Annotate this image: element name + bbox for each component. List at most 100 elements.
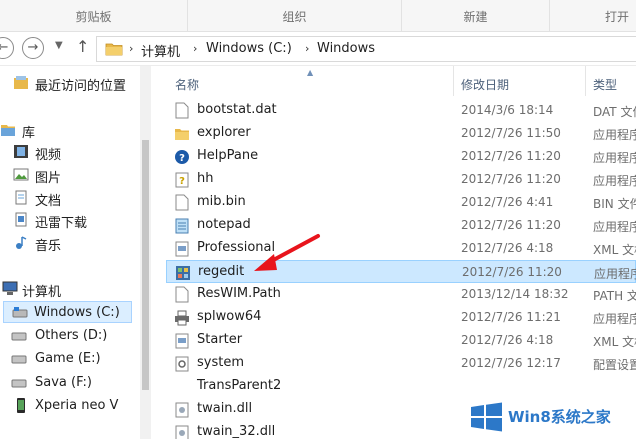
file-date: 2012/7/26 11:50	[461, 126, 561, 140]
breadcrumb-separator-icon[interactable]: ›	[193, 42, 197, 55]
svg-text:?: ?	[179, 153, 185, 164]
back-arrow-icon[interactable]: ←	[0, 37, 14, 59]
file-row[interactable]: Professional 2012/7/26 4:18 XML 文档	[166, 237, 636, 260]
column-divider[interactable]	[585, 66, 586, 96]
sort-ascending-icon: ▲	[307, 68, 314, 77]
file-row[interactable]: ? hh 2012/7/26 11:20 应用程序	[166, 168, 636, 191]
sidebar-item-others-drive[interactable]: Others (D:)	[0, 325, 140, 347]
breadcrumb-separator-icon[interactable]: ›	[305, 42, 309, 55]
recent-places-icon	[14, 76, 28, 89]
file-type: XML 文档	[593, 335, 636, 349]
file-row[interactable]: splwow64 2012/7/26 11:21 应用程序	[166, 306, 636, 329]
file-type: 应用程序	[594, 267, 636, 281]
file-row[interactable]: notepad 2012/7/26 11:20 应用程序	[166, 214, 636, 237]
navigation-bar: ← → ▼ ↑ › 计算机 › Windows (C:) › Windows	[0, 32, 636, 66]
file-name: ResWIM.Path	[197, 286, 281, 301]
sidebar-item-label: 图片	[35, 171, 62, 186]
file-row[interactable]: explorer 2012/7/26 11:50 应用程序	[166, 122, 636, 145]
sidebar-item-game-drive[interactable]: Game (E:)	[0, 348, 140, 370]
drive-icon	[12, 307, 28, 318]
music-icon	[16, 236, 27, 249]
ribbon-group-organize[interactable]: 组织	[188, 0, 402, 32]
sidebar-item-documents[interactable]: 文档	[0, 187, 140, 209]
column-header-type[interactable]: 类型	[593, 76, 617, 93]
sidebar-item-label: 迅雷下载	[35, 216, 88, 231]
file-type: DAT 文件	[593, 105, 636, 119]
help-icon: ?	[175, 150, 189, 164]
sidebar-item-xperia-device[interactable]: Xperia neo V	[0, 395, 140, 417]
recent-locations-chevron-icon[interactable]: ▼	[55, 40, 63, 51]
help-doc-icon: ?	[175, 172, 189, 188]
file-date: 2012/7/26 4:18	[461, 333, 554, 347]
file-name: explorer	[197, 125, 251, 140]
printer-icon	[175, 310, 189, 326]
folder-app-icon	[175, 129, 189, 140]
sidebar-scrollbar-thumb[interactable]	[142, 140, 149, 390]
file-date: 2012/7/26 12:17	[461, 356, 561, 370]
forward-arrow-icon[interactable]: →	[22, 37, 44, 59]
file-row[interactable]: system 2012/7/26 12:17 配置设置	[166, 352, 636, 375]
file-row[interactable]: ResWIM.Path 2013/12/14 18:32 PATH 文件	[166, 283, 636, 306]
computer-icon	[2, 281, 18, 295]
sidebar-item-sava-drive[interactable]: Sava (F:)	[0, 372, 140, 394]
sidebar-item-computer[interactable]: 计算机	[0, 278, 140, 300]
breadcrumb-separator-icon[interactable]: ›	[129, 42, 133, 55]
sidebar-item-library[interactable]: 库	[0, 119, 140, 141]
sidebar-item-label: 视频	[35, 148, 62, 163]
file-row[interactable]: Starter 2012/7/26 4:18 XML 文档	[166, 329, 636, 352]
address-bar[interactable]: › 计算机 › Windows (C:) › Windows	[96, 36, 636, 62]
svg-text:?: ?	[179, 176, 185, 187]
file-date: 2012/7/26 4:18	[461, 241, 554, 255]
file-row[interactable]: bootstat.dat 2014/3/6 18:14 DAT 文件	[166, 99, 636, 122]
file-date: 2012/7/26 11:20	[462, 265, 562, 279]
file-type: 应用程序	[593, 151, 636, 165]
drive-icon	[11, 332, 27, 341]
file-name: twain.dll	[197, 401, 253, 416]
sidebar-item-label: 音乐	[35, 239, 62, 254]
ribbon-group-open[interactable]: 打开	[550, 0, 636, 32]
file-type: PATH 文件	[593, 289, 636, 303]
video-icon	[14, 145, 28, 158]
column-divider[interactable]	[453, 66, 454, 96]
sidebar-item-recent-places[interactable]: 最近访问的位置	[0, 72, 140, 94]
file-name: regedit	[198, 264, 245, 279]
drive-icon	[11, 379, 27, 388]
file-name: TransParent2	[197, 378, 282, 393]
file-row[interactable]: ? HelpPane 2012/7/26 11:20 应用程序	[166, 145, 636, 168]
file-icon	[175, 286, 189, 303]
sidebar-item-label: 库	[22, 126, 36, 141]
file-row[interactable]: mib.bin 2012/7/26 4:41 BIN 文件	[166, 191, 636, 214]
drive-icon	[11, 355, 27, 364]
xml-icon	[175, 241, 189, 257]
file-row-selected[interactable]: regedit 2012/7/26 11:20 应用程序	[166, 260, 636, 283]
ribbon-group-clipboard[interactable]: 剪贴板	[0, 0, 188, 32]
sidebar-item-label: Xperia neo V	[35, 398, 119, 413]
file-type: 配置设置	[593, 358, 636, 372]
file-date: 2013/12/14 18:32	[461, 287, 569, 301]
sidebar-item-video[interactable]: 视频	[0, 141, 140, 163]
breadcrumb-computer[interactable]: 计算机	[141, 41, 180, 60]
navigation-pane: 最近访问的位置 库 视频 图片 文档 迅雷下载 音乐 计算机 Windows (…	[0, 66, 151, 439]
sidebar-item-download[interactable]: 迅雷下载	[0, 209, 140, 231]
folder-icon	[105, 43, 123, 56]
breadcrumb-windows[interactable]: Windows	[317, 41, 375, 56]
file-type: 应用程序	[593, 220, 636, 234]
column-header-date[interactable]: 修改日期	[461, 76, 509, 93]
download-icon	[15, 212, 27, 227]
breadcrumb-drive[interactable]: Windows (C:)	[206, 41, 292, 56]
ribbon-group-new[interactable]: 新建	[402, 0, 550, 32]
sidebar-item-label: 最近访问的位置	[35, 79, 127, 94]
file-name: bootstat.dat	[197, 102, 277, 117]
file-type: XML 文档	[593, 243, 636, 257]
file-type: 应用程序	[593, 312, 636, 326]
sidebar-item-music[interactable]: 音乐	[0, 232, 140, 254]
file-icon	[175, 102, 189, 119]
up-arrow-icon[interactable]: ↑	[76, 37, 89, 56]
file-name: Starter	[197, 332, 243, 347]
file-row[interactable]: TransParent2	[166, 375, 636, 398]
dll-icon	[175, 402, 189, 418]
file-name: twain_32.dll	[197, 424, 276, 439]
sidebar-item-windows-drive[interactable]: Windows (C:)	[3, 301, 132, 323]
column-header-name[interactable]: 名称	[175, 76, 199, 93]
sidebar-item-pictures[interactable]: 图片	[0, 164, 140, 186]
